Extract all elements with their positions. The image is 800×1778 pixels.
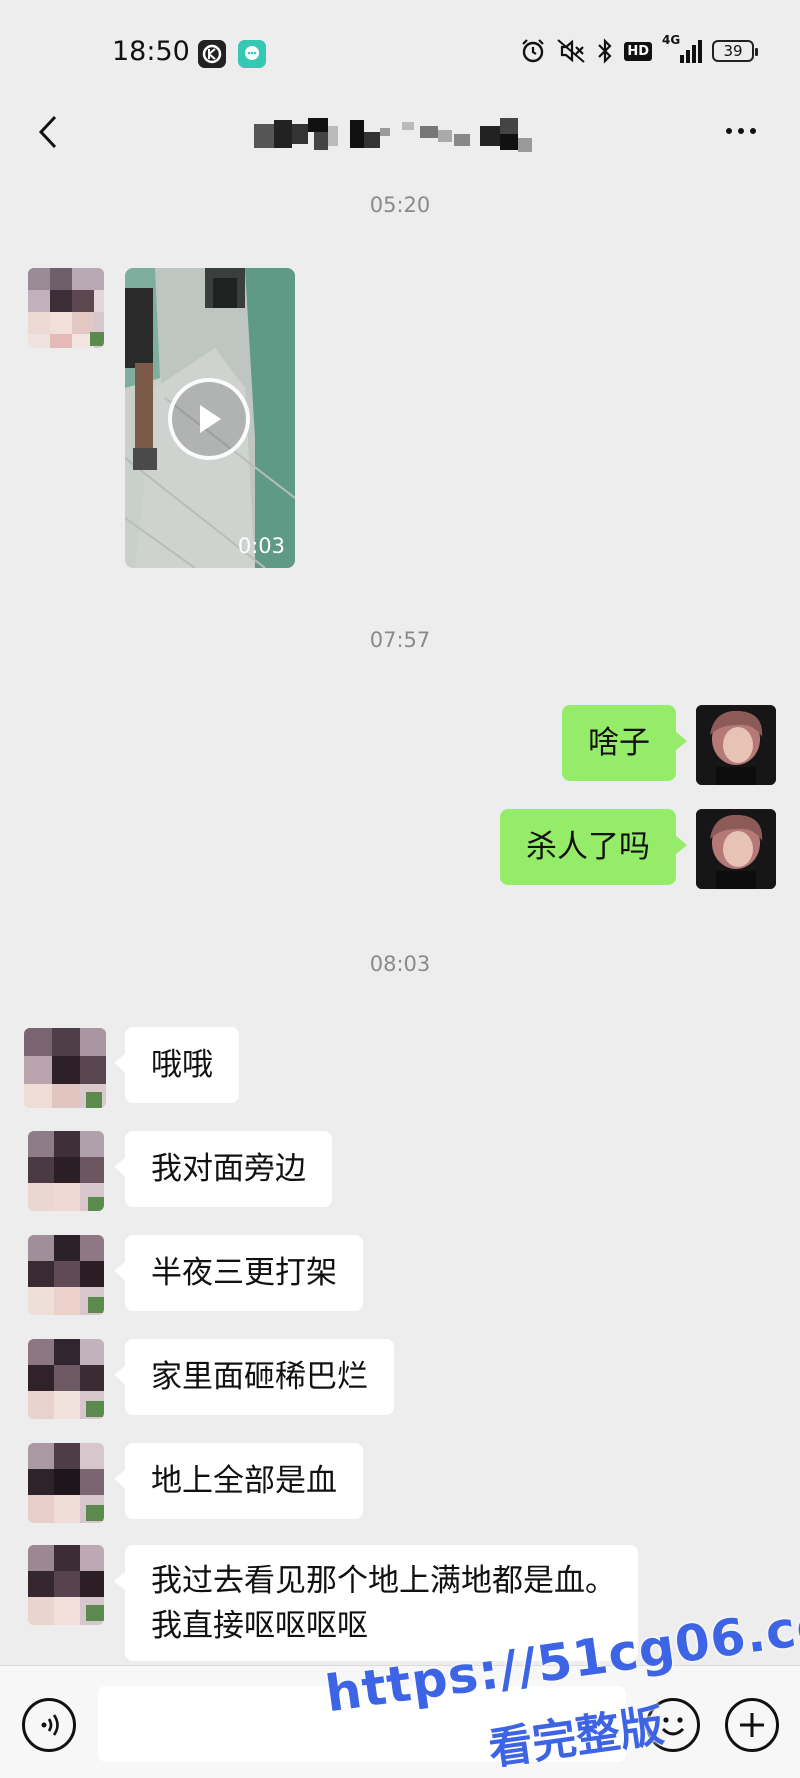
message-bubble-in[interactable]: 半夜三更打架: [114, 1235, 363, 1311]
avatar[interactable]: [28, 1339, 104, 1419]
message-bubble-in[interactable]: 我对面旁边: [114, 1131, 332, 1207]
message-notification-icon: [238, 40, 266, 68]
chat-title-obscured: [254, 116, 554, 156]
message-bubble-in[interactable]: 地上全部是血: [114, 1443, 363, 1519]
video-message[interactable]: 0:03: [125, 268, 295, 568]
voice-icon: [41, 1714, 59, 1736]
more-button[interactable]: [716, 116, 766, 146]
more-horizontal-icon: [726, 128, 732, 134]
avatar[interactable]: [28, 1443, 104, 1523]
mute-icon: [557, 39, 585, 63]
message-line: 我过去看见那个地上满地都是血。: [151, 1563, 616, 1599]
avatar[interactable]: [28, 1131, 104, 1211]
network-type-label: 4G: [662, 33, 681, 47]
status-time: 18:50: [112, 36, 190, 67]
chat-header: [0, 96, 800, 182]
message-bubble-out[interactable]: 啥子: [562, 705, 687, 781]
timestamp: 05:20: [369, 193, 431, 217]
back-button[interactable]: [28, 110, 68, 154]
avatar[interactable]: [28, 268, 104, 348]
chevron-left-icon: [38, 115, 57, 149]
alarm-icon: [522, 39, 545, 63]
message-bubble-out[interactable]: 杀人了吗: [500, 809, 687, 885]
avatar[interactable]: [28, 1545, 104, 1625]
message-bubble-in[interactable]: 哦哦: [114, 1027, 239, 1103]
app-notification-icon: [198, 40, 226, 68]
avatar[interactable]: [24, 1028, 106, 1108]
status-icons: HD 4G 39: [520, 33, 758, 64]
signal-icon: 4G: [662, 33, 702, 63]
hd-icon: HD: [624, 41, 652, 61]
voice-button[interactable]: [22, 1698, 76, 1752]
timestamp: 08:03: [369, 952, 431, 976]
avatar-self[interactable]: [696, 809, 776, 889]
message-bubble-in[interactable]: 家里面砸稀巴烂: [114, 1339, 394, 1415]
more-dot: [738, 128, 744, 134]
bluetooth-icon: [598, 38, 612, 64]
avatar-self[interactable]: [696, 705, 776, 785]
video-duration: 0:03: [237, 534, 285, 558]
add-button[interactable]: [725, 1698, 779, 1752]
plus-circle-icon: [740, 1713, 764, 1737]
battery-icon: 39: [712, 40, 758, 62]
status-bar: 18:50 HD 4G 39: [0, 0, 800, 96]
more-dot: [750, 128, 756, 134]
avatar[interactable]: [28, 1235, 104, 1315]
play-button[interactable]: [168, 378, 250, 460]
play-icon: [200, 405, 221, 433]
battery-level: 39: [723, 42, 743, 60]
timestamp: 07:57: [369, 628, 431, 652]
